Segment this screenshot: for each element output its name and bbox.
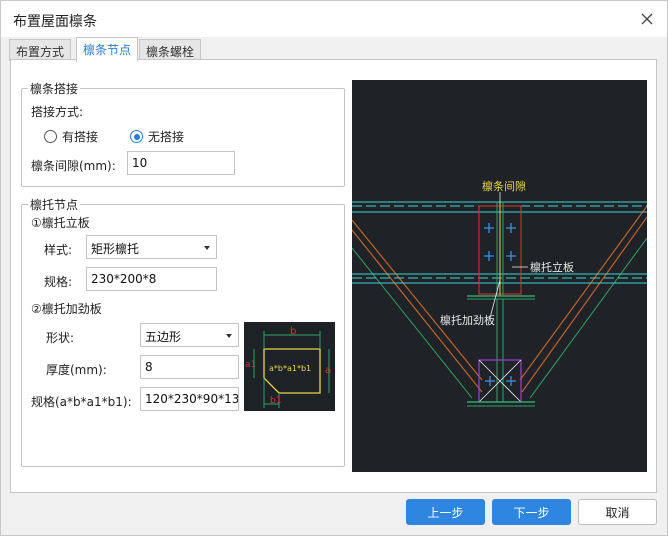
stiffener-spec-input[interactable]: 120*230*90*130 xyxy=(140,387,239,411)
purlin-lap-legend: 檩条搭接 xyxy=(30,82,79,96)
gap-label: 檩条间隙(mm): xyxy=(31,159,116,173)
cancel-button[interactable]: 取消 xyxy=(578,499,657,525)
radio-nolap-dot xyxy=(130,130,143,143)
radio-lap-label: 有搭接 xyxy=(62,130,99,144)
shape-select-value: 五边形 xyxy=(145,330,182,344)
vertical-plate-heading: ①檩托立板 xyxy=(31,216,90,230)
preview-stiffener-label: 檩托加劲板 xyxy=(440,313,495,327)
window-title: 布置屋面檩条 xyxy=(13,14,97,30)
dim-a: a xyxy=(325,365,331,376)
dim-a1: a1 xyxy=(245,360,256,370)
gap-input[interactable]: 10 xyxy=(127,151,235,175)
shape-select[interactable]: 五边形 xyxy=(140,323,239,347)
stiffener-shape-thumbnail: b a a1 b1 a*b*a1*b1 xyxy=(244,322,335,411)
spec-input[interactable]: 230*200*8 xyxy=(86,267,217,291)
radio-lap[interactable]: 有搭接 xyxy=(44,128,98,145)
thickness-input[interactable]: 8 xyxy=(140,355,239,379)
dim-b: b xyxy=(290,326,296,337)
style-select[interactable]: 矩形檩托 xyxy=(86,235,217,259)
tab-purlin-bolt[interactable]: 檩条螺栓 xyxy=(139,39,202,61)
tab-purlin-node[interactable]: 檩条节点 xyxy=(76,37,139,62)
dim-formula: a*b*a1*b1 xyxy=(269,364,311,373)
lap-mode-label: 搭接方式: xyxy=(31,105,84,119)
next-button[interactable]: 下一步 xyxy=(492,499,571,525)
stiffener-spec-label: 规格(a*b*a1*b1): xyxy=(31,395,132,409)
dim-b1: b1 xyxy=(270,396,281,406)
close-icon[interactable] xyxy=(637,9,657,29)
spec-label: 规格: xyxy=(44,275,73,289)
stiffener-heading: ②檩托加劲板 xyxy=(31,302,102,316)
style-label: 样式: xyxy=(44,243,73,257)
title-bar: 布置屋面檩条 xyxy=(1,1,667,37)
radio-lap-dot xyxy=(44,130,57,143)
shape-label: 形状: xyxy=(46,331,75,345)
preview-vertical-plate-label: 檩托立板 xyxy=(530,260,574,274)
prev-button[interactable]: 上一步 xyxy=(406,499,485,525)
preview-gap-label: 檩条间隙 xyxy=(482,179,526,193)
radio-nolap-label: 无搭接 xyxy=(148,130,185,144)
style-select-value: 矩形檩托 xyxy=(91,242,140,256)
chevron-down-icon xyxy=(204,246,210,250)
node-preview-canvas: 檩条间隙 檩托立板 檩托加劲板 xyxy=(352,80,647,472)
tab-layout-mode[interactable]: 布置方式 xyxy=(9,39,72,61)
chevron-down-icon xyxy=(226,334,232,338)
thickness-label: 厚度(mm): xyxy=(46,363,107,377)
purlin-support-legend: 檩托节点 xyxy=(30,198,79,212)
radio-nolap[interactable]: 无搭接 xyxy=(130,128,184,145)
